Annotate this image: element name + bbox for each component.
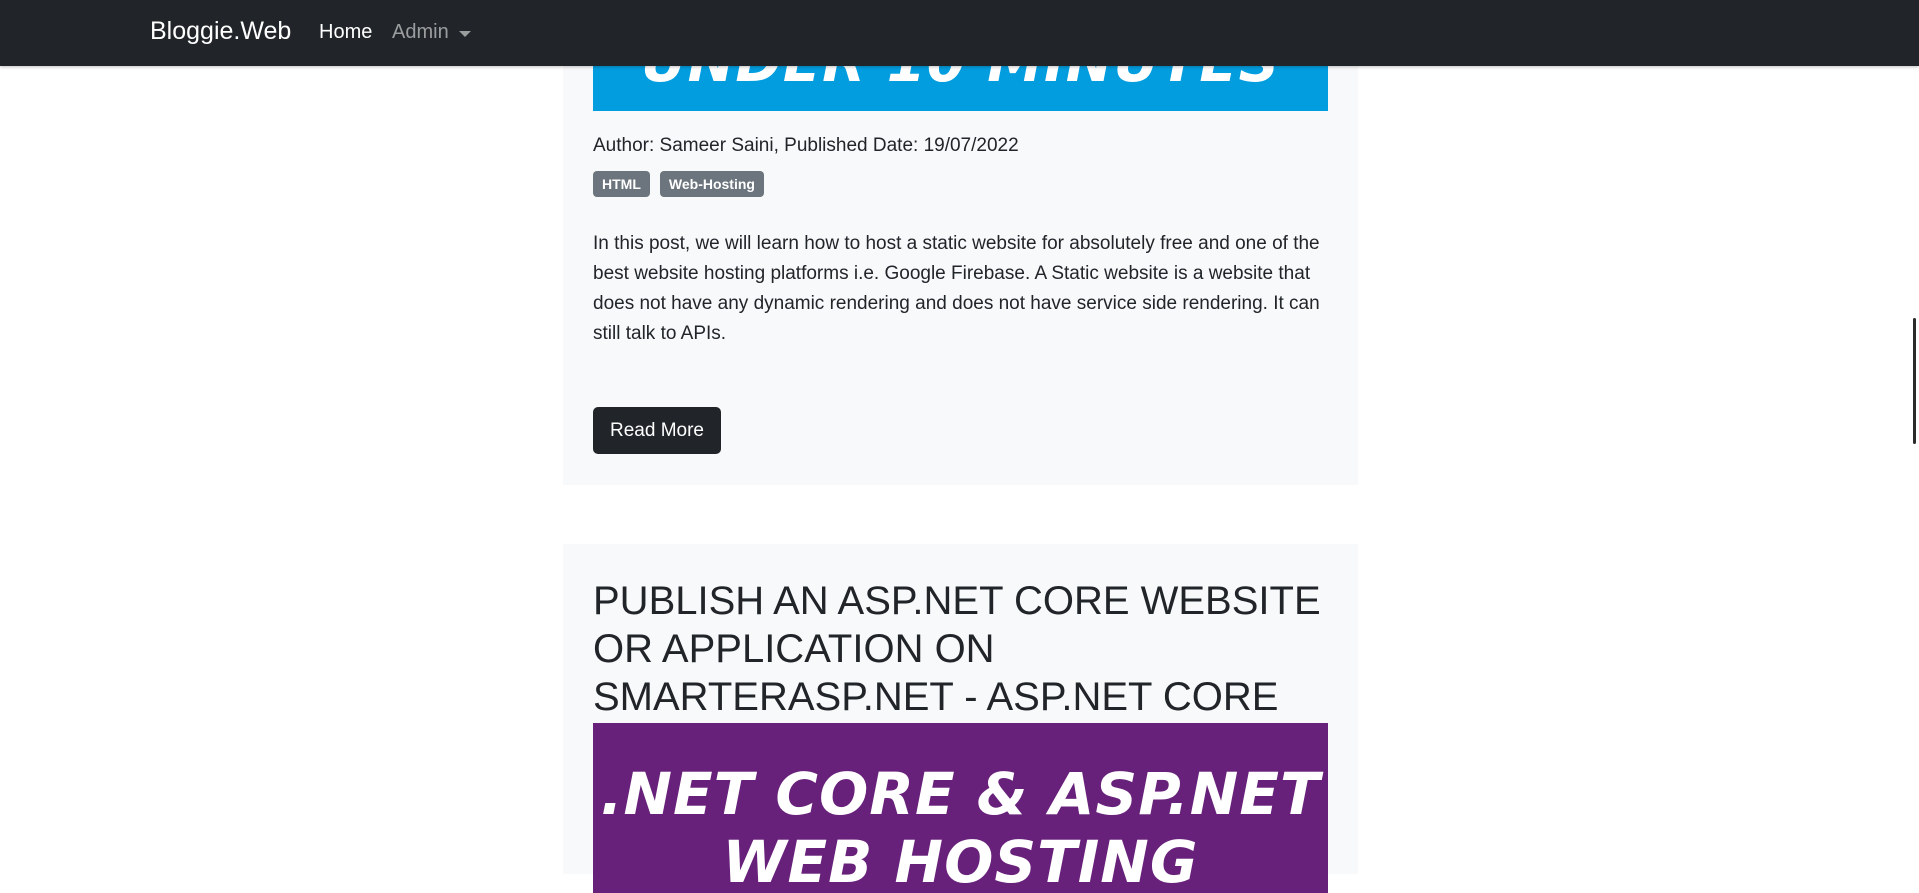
- nav-admin-label: Admin: [392, 21, 449, 43]
- post-tags: HTML Web-Hosting: [593, 171, 764, 197]
- page-scrollbar[interactable]: [1903, 0, 1919, 865]
- tag-badge: Web-Hosting: [659, 171, 764, 197]
- caret-down-icon: [458, 31, 471, 37]
- post-card: PUBLISH AN ASP.NET CORE WEBSITE OR APPLI…: [563, 544, 1358, 893]
- tag-badge: HTML: [593, 171, 650, 197]
- read-more-button[interactable]: Read More: [593, 407, 721, 454]
- top-navbar: Bloggie.Web Home Admin: [0, 0, 1919, 66]
- banner-text: .NET CORE & ASP.NET: [600, 760, 1321, 828]
- nav-home-link[interactable]: Home: [319, 21, 372, 44]
- post-banner-image: .NET CORE & ASP.NET WEB HOSTING: [593, 723, 1328, 893]
- post-card: UNDER 10 MINUTES Author: Sameer Saini, P…: [563, 0, 1358, 485]
- banner-text: WEB HOSTING: [722, 828, 1199, 893]
- scrollbar-thumb[interactable]: [1913, 318, 1916, 444]
- post-excerpt: In this post, we will learn how to host …: [593, 233, 1320, 344]
- brand-link[interactable]: Bloggie.Web: [150, 17, 291, 46]
- post-meta: Author: Sameer Saini, Published Date: 19…: [593, 135, 1019, 156]
- nav-admin-dropdown[interactable]: Admin: [392, 21, 471, 44]
